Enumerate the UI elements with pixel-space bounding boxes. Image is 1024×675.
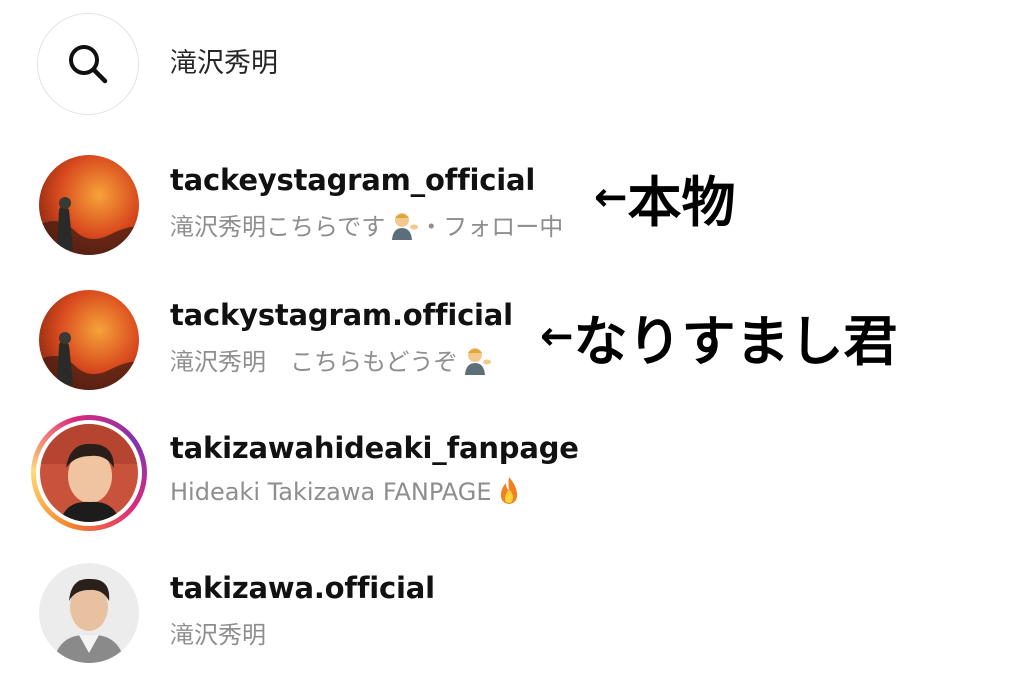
volcano-avatar xyxy=(39,290,139,390)
result-username: tackystagram.official xyxy=(170,298,513,332)
portrait-avatar xyxy=(39,563,139,663)
result-username: takizawahideaki_fanpage xyxy=(170,431,579,465)
result-subtitle-text: 滝沢秀明 こちらもどうぞ xyxy=(170,348,458,376)
annotation-real-text: 本物 xyxy=(627,171,736,234)
search-result-row[interactable]: takizawahideaki_fanpage Hideaki Takizawa… xyxy=(0,415,1024,535)
search-query[interactable]: 滝沢秀明 xyxy=(170,44,278,84)
result-subtitle-text: Hideaki Takizawa FANPAGE xyxy=(170,478,492,506)
result-subtitle: 滝沢秀明 こちらもどうぞ xyxy=(170,342,492,381)
left-arrow-icon: ← xyxy=(594,174,628,221)
search-result-row[interactable]: tackeystagram_official 滝沢秀明こちらです ・フォロー中 xyxy=(0,147,1024,267)
person-tipping-hand-emoji xyxy=(462,345,492,381)
volcano-avatar xyxy=(39,155,139,255)
fire-emoji xyxy=(496,475,522,511)
result-subtitle: 滝沢秀明こちらです ・フォロー中 xyxy=(170,207,563,246)
search-result-row[interactable]: takizawa.official 滝沢秀明 xyxy=(0,555,1024,675)
left-arrow-icon: ← xyxy=(540,313,574,360)
annotation-fake-text: なりすまし君 xyxy=(573,310,898,373)
portrait-avatar xyxy=(40,424,138,522)
result-username: tackeystagram_official xyxy=(170,163,536,197)
result-subtitle-text: 滝沢秀明こちらです xyxy=(170,213,386,241)
result-username: takizawa.official xyxy=(170,571,435,605)
following-status: ・フォロー中 xyxy=(419,213,564,241)
person-tipping-hand-emoji xyxy=(389,210,419,246)
annotation-fake: ←なりすまし君 xyxy=(540,297,898,376)
search-button[interactable] xyxy=(37,13,139,115)
annotation-real: ←本物 xyxy=(594,158,736,237)
result-subtitle: 滝沢秀明 xyxy=(170,621,266,649)
story-ring[interactable] xyxy=(31,415,147,531)
result-subtitle: Hideaki Takizawa FANPAGE xyxy=(170,475,522,511)
search-icon xyxy=(69,45,108,84)
